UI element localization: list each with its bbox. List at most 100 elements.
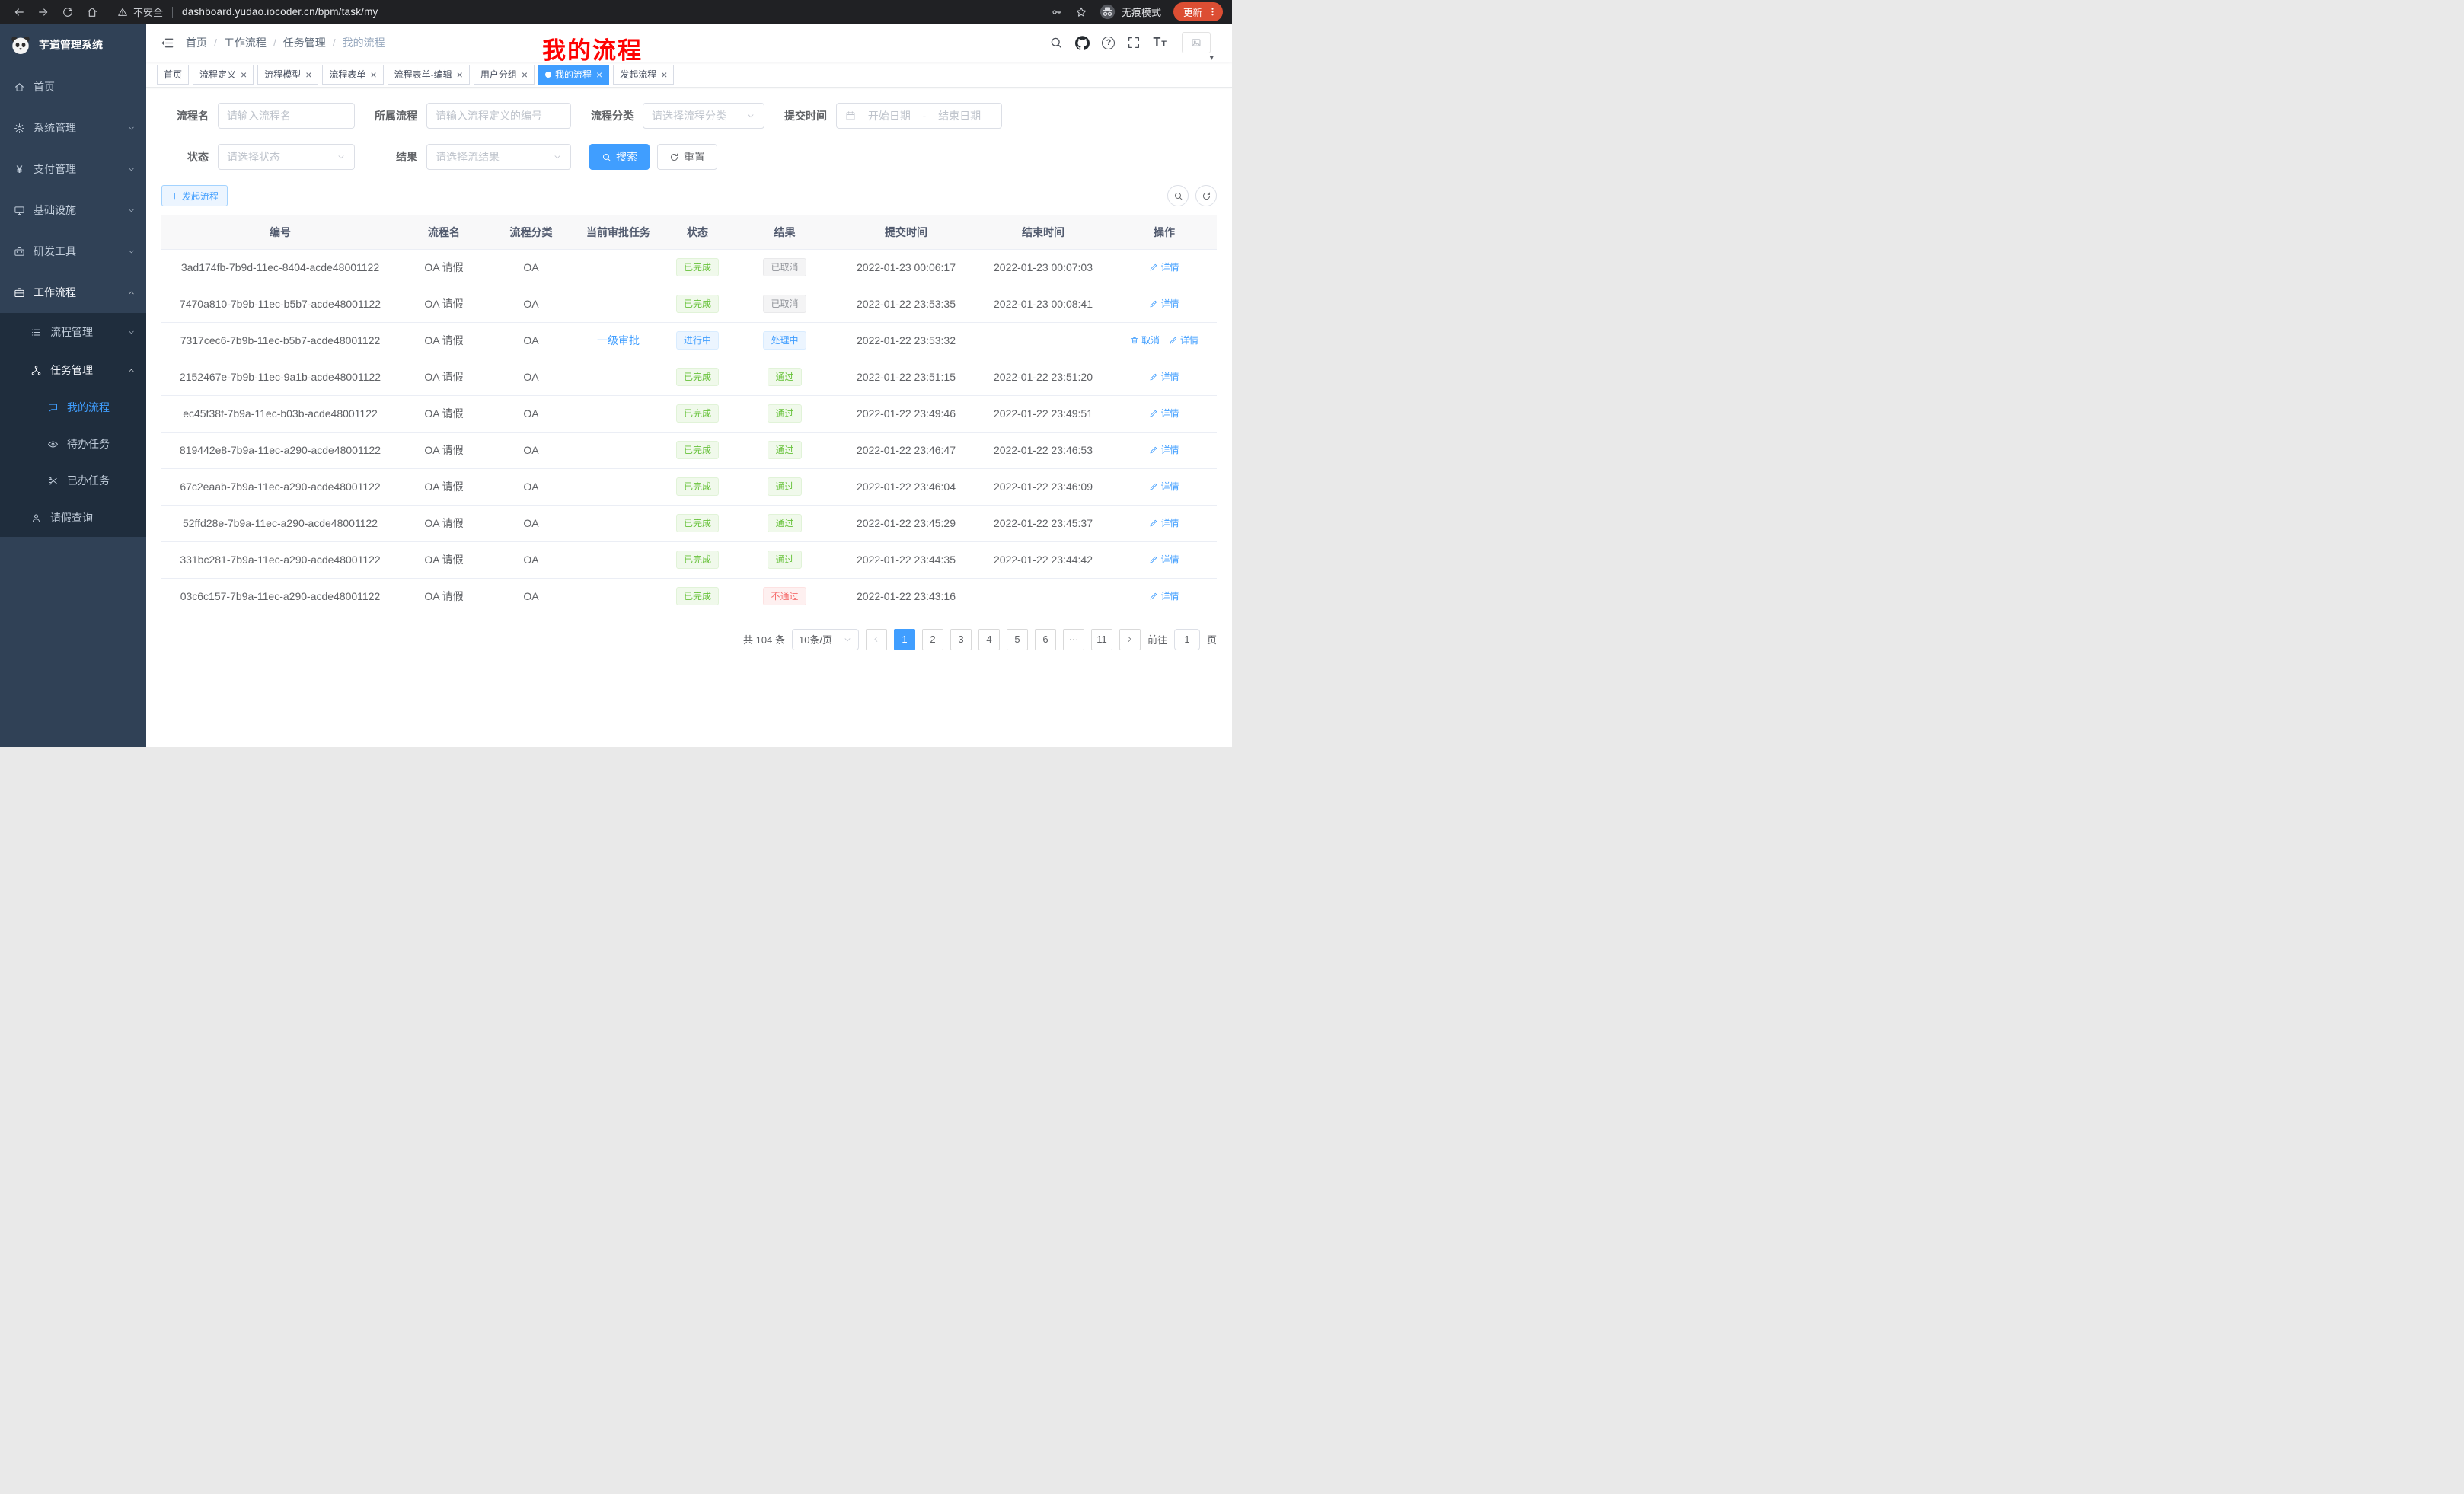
page-button-1[interactable]: 1 [894,629,915,650]
detail-link[interactable]: 详情 [1149,480,1179,493]
detail-link[interactable]: 详情 [1149,589,1179,602]
help-icon[interactable]: ? [1102,37,1115,49]
start-date-placeholder[interactable]: 开始日期 [856,108,923,123]
sidebar-item-todo-tasks[interactable]: 待办任务 [0,426,146,462]
tab-process-definition[interactable]: 流程定义× [193,65,254,85]
update-button[interactable]: 更新 [1173,2,1223,21]
tab-home[interactable]: 首页 [157,65,189,85]
app-logo[interactable]: 芋道管理系统 [0,24,146,66]
submit-time-range-picker[interactable]: 开始日期 - 结束日期 [836,103,1002,129]
process-definition-input[interactable] [426,103,571,129]
close-icon[interactable]: × [457,69,463,80]
sidebar-item-infrastructure[interactable]: 基础设施 [0,190,146,231]
page-button-6[interactable]: 6 [1035,629,1056,650]
sidebar-item-payment[interactable]: ¥ 支付管理 [0,148,146,190]
table-row: ec45f38f-7b9a-11ec-b03b-acde48001122 OA … [161,395,1217,432]
result-tag: 通过 [768,477,801,496]
cell-actions: 详情 [1112,468,1217,505]
status-tag: 已完成 [676,368,719,386]
fullscreen-icon[interactable] [1127,36,1141,49]
pagination-total: 共 104 条 [743,632,785,646]
sidebar-item-leave-query[interactable]: 请假查询 [0,499,146,537]
detail-link[interactable]: 详情 [1149,443,1179,456]
close-icon[interactable]: × [370,69,376,80]
url-text[interactable]: dashboard.yudao.iocoder.cn/bpm/task/my [182,6,378,18]
current-task-link[interactable]: 一级审批 [597,334,640,346]
cell-status: 已完成 [663,359,732,395]
process-name-input[interactable] [218,103,355,129]
sidebar-item-task-management[interactable]: 任务管理 [0,351,146,389]
page-button-5[interactable]: 5 [1007,629,1028,650]
address-bar[interactable]: 不安全 dashboard.yudao.iocoder.cn/bpm/task/… [117,5,378,19]
caret-down-icon[interactable]: ▾ [1209,53,1214,62]
sidebar-item-done-tasks[interactable]: 已办任务 [0,462,146,499]
end-date-placeholder[interactable]: 结束日期 [926,108,993,123]
close-icon[interactable]: × [522,69,528,80]
page-button-11[interactable]: 11 [1091,629,1112,650]
detail-link[interactable]: 详情 [1149,370,1179,383]
user-avatar[interactable]: ▾ [1182,32,1211,53]
detail-link[interactable]: 详情 [1149,407,1179,420]
sidebar-item-home[interactable]: 首页 [0,66,146,107]
font-size-icon[interactable]: TT [1153,37,1167,49]
status-select[interactable]: 请选择状态 [218,144,355,170]
incognito-profile[interactable]: 无痕模式 [1100,4,1161,20]
close-icon[interactable]: × [241,69,247,80]
page-button-4[interactable]: 4 [978,629,1000,650]
tab-process-form[interactable]: 流程表单× [322,65,383,85]
security-label[interactable]: 不安全 [133,5,163,19]
detail-link[interactable]: 详情 [1149,260,1179,273]
sidebar-item-system[interactable]: 系统管理 [0,107,146,148]
password-key-icon[interactable] [1051,6,1063,18]
browser-back-button[interactable] [9,2,29,22]
back-arrow-icon [13,6,25,18]
bookmark-star-icon[interactable] [1075,6,1087,18]
page-button-2[interactable]: 2 [922,629,943,650]
goto-page-input[interactable] [1174,629,1200,650]
table-toolbar: 发起流程 [161,185,1217,206]
breadcrumb-item[interactable]: 首页 [186,35,207,50]
browser-reload-button[interactable] [58,2,78,22]
sidebar-item-my-process[interactable]: 我的流程 [0,389,146,426]
sidebar-item-workflow[interactable]: 工作流程 [0,272,146,313]
browser-forward-button[interactable] [34,2,53,22]
sidebar-item-devtools[interactable]: 研发工具 [0,231,146,272]
menu-dots-icon[interactable] [1208,7,1218,17]
cancel-link[interactable]: 取消 [1130,334,1160,346]
sidebar-item-process-management[interactable]: 流程管理 [0,313,146,351]
tab-process-model[interactable]: 流程模型× [257,65,318,85]
sidebar-toggle-icon[interactable] [160,36,174,50]
detail-link[interactable]: 详情 [1149,553,1179,566]
page-size-select[interactable]: 10条/页 [792,629,859,650]
create-process-button[interactable]: 发起流程 [161,185,228,206]
reset-button[interactable]: 重置 [657,144,717,170]
cell-end-time: 2022-01-22 23:49:51 [975,395,1112,432]
trash-icon [1130,336,1139,345]
close-icon[interactable]: × [305,69,311,80]
tab-user-group[interactable]: 用户分组× [474,65,535,85]
search-button[interactable]: 搜索 [589,144,650,170]
more-pages-button[interactable]: ··· [1063,629,1084,650]
detail-link[interactable]: 详情 [1149,516,1179,529]
tab-start-process[interactable]: 发起流程× [613,65,674,85]
page-button-3[interactable]: 3 [950,629,972,650]
tab-process-form-edit[interactable]: 流程表单-编辑× [388,65,470,85]
cell-id: 819442e8-7b9a-11ec-a290-acde48001122 [161,432,399,468]
breadcrumb-item[interactable]: 任务管理 [283,35,326,50]
prev-page-button[interactable] [866,629,887,650]
refresh-table-button[interactable] [1195,185,1217,206]
detail-link[interactable]: 详情 [1169,334,1198,346]
cell-current-task [573,468,663,505]
next-page-button[interactable] [1119,629,1141,650]
close-icon[interactable]: × [596,69,602,80]
github-icon[interactable] [1075,36,1090,50]
detail-link[interactable]: 详情 [1149,297,1179,310]
process-category-select[interactable]: 请选择流程分类 [643,103,764,129]
breadcrumb-item[interactable]: 工作流程 [224,35,267,50]
search-icon[interactable] [1049,36,1063,49]
browser-home-button[interactable] [82,2,102,22]
result-select[interactable]: 请选择流结果 [426,144,571,170]
close-icon[interactable]: × [661,69,667,80]
tab-my-process[interactable]: 我的流程× [538,65,609,85]
toggle-search-button[interactable] [1167,185,1189,206]
